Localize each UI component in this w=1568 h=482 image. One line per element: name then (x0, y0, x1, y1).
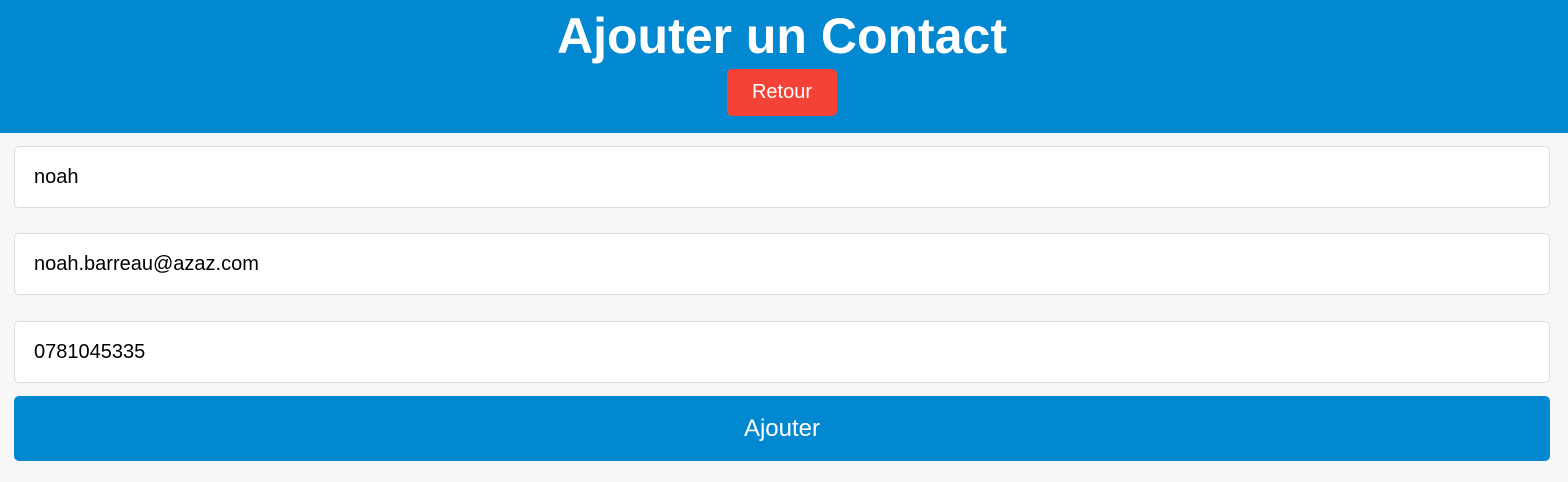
email-field[interactable] (14, 233, 1550, 295)
back-button[interactable]: Retour (727, 69, 837, 116)
page-title: Ajouter un Contact (557, 8, 1007, 64)
name-field[interactable] (14, 146, 1550, 208)
add-contact-button[interactable]: Ajouter (14, 396, 1550, 461)
page-header: Ajouter un Contact Retour (0, 0, 1568, 133)
phone-field[interactable] (14, 321, 1550, 383)
